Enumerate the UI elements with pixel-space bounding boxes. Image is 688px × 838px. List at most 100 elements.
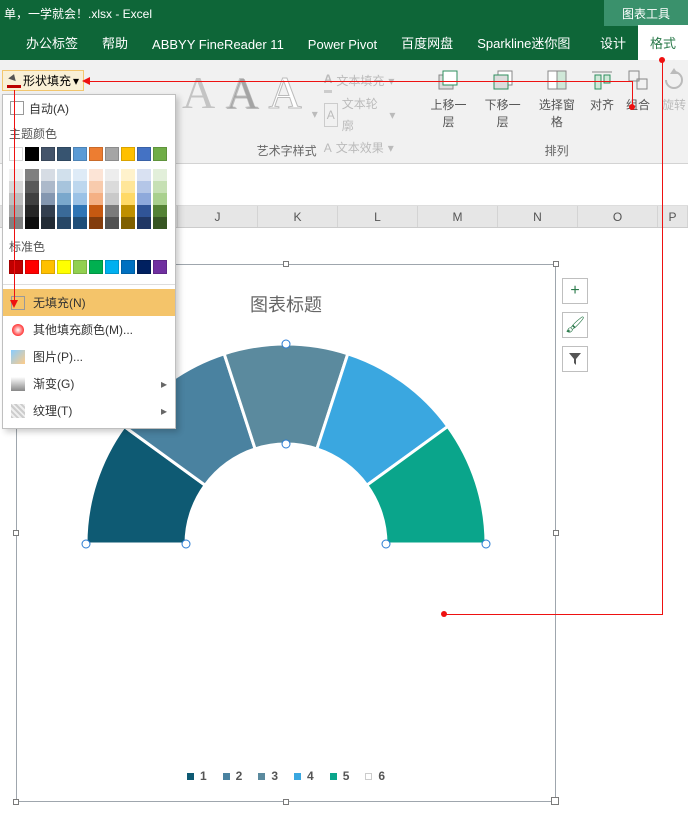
color-swatch[interactable] — [9, 217, 23, 229]
color-swatch[interactable] — [105, 260, 119, 274]
resize-handle[interactable] — [553, 530, 559, 536]
resize-handle[interactable] — [13, 799, 19, 805]
color-swatch[interactable] — [121, 205, 135, 217]
picture-fill-item[interactable]: 图片(P)... — [3, 343, 175, 370]
col-L[interactable]: L — [338, 206, 418, 227]
color-swatch[interactable] — [73, 217, 87, 229]
color-swatch[interactable] — [9, 181, 23, 193]
color-swatch[interactable] — [73, 181, 87, 193]
bring-forward-button[interactable]: 上移一层 — [425, 66, 471, 130]
color-swatch[interactable] — [89, 169, 103, 181]
color-swatch[interactable] — [57, 147, 71, 161]
color-swatch[interactable] — [41, 260, 55, 274]
color-swatch[interactable] — [89, 147, 103, 161]
col-O[interactable]: O — [578, 206, 658, 227]
color-swatch[interactable] — [25, 181, 39, 193]
color-swatch[interactable] — [121, 147, 135, 161]
color-swatch[interactable] — [153, 193, 167, 205]
color-swatch[interactable] — [73, 193, 87, 205]
col-K[interactable]: K — [258, 206, 338, 227]
color-swatch[interactable] — [9, 169, 23, 181]
color-swatch[interactable] — [9, 260, 23, 274]
color-swatch[interactable] — [25, 217, 39, 229]
color-swatch[interactable] — [25, 205, 39, 217]
chart-filter-button[interactable] — [562, 346, 588, 372]
color-swatch[interactable] — [105, 147, 119, 161]
tab-abbyy[interactable]: ABBYY FineReader 11 — [140, 29, 296, 60]
selection-pane-button[interactable]: 选择窗格 — [534, 66, 580, 130]
color-swatch[interactable] — [153, 181, 167, 193]
color-swatch[interactable] — [41, 193, 55, 205]
no-fill-item[interactable]: 无填充(N) — [3, 289, 175, 316]
color-swatch[interactable] — [121, 169, 135, 181]
color-swatch[interactable] — [121, 193, 135, 205]
wordart-preset-1[interactable]: A — [178, 64, 219, 116]
color-swatch[interactable] — [105, 181, 119, 193]
color-swatch[interactable] — [153, 260, 167, 274]
color-swatch[interactable] — [25, 169, 39, 181]
tab-powerpivot[interactable]: Power Pivot — [296, 29, 389, 60]
color-swatch[interactable] — [57, 217, 71, 229]
color-swatch[interactable] — [137, 260, 151, 274]
color-swatch[interactable] — [41, 205, 55, 217]
color-swatch[interactable] — [25, 193, 39, 205]
color-swatch[interactable] — [105, 205, 119, 217]
resize-handle[interactable] — [283, 799, 289, 805]
resize-handle[interactable] — [553, 261, 559, 267]
color-swatch[interactable] — [73, 205, 87, 217]
send-backward-button[interactable]: 下移一层 — [480, 66, 526, 130]
resize-handle[interactable] — [283, 261, 289, 267]
color-swatch[interactable] — [89, 217, 103, 229]
more-colors-item[interactable]: 其他填充颜色(M)... — [3, 316, 175, 343]
chart-elements-button[interactable]: + — [562, 278, 588, 304]
color-swatch[interactable] — [73, 260, 87, 274]
color-swatch[interactable] — [57, 193, 71, 205]
color-swatch[interactable] — [153, 217, 167, 229]
color-swatch[interactable] — [105, 217, 119, 229]
tab-sparkline[interactable]: Sparkline迷你图 — [465, 25, 582, 60]
color-swatch[interactable] — [121, 181, 135, 193]
col-M[interactable]: M — [418, 206, 498, 227]
wordart-gallery-expand[interactable]: ▾ — [312, 107, 318, 121]
color-swatch[interactable] — [137, 147, 151, 161]
tab-office[interactable]: 办公标签 — [14, 25, 90, 60]
tab-design[interactable]: 设计 — [588, 25, 638, 60]
color-swatch[interactable] — [137, 217, 151, 229]
color-swatch[interactable] — [9, 193, 23, 205]
color-swatch[interactable] — [57, 169, 71, 181]
color-swatch[interactable] — [153, 205, 167, 217]
color-swatch[interactable] — [89, 260, 103, 274]
color-swatch[interactable] — [153, 169, 167, 181]
color-swatch[interactable] — [153, 147, 167, 161]
color-swatch[interactable] — [57, 205, 71, 217]
color-swatch[interactable] — [57, 181, 71, 193]
tab-format[interactable]: 格式 — [638, 25, 688, 60]
color-swatch[interactable] — [41, 169, 55, 181]
text-outline-button[interactable]: A文本轮廓 ▾ — [324, 93, 396, 137]
color-swatch[interactable] — [137, 181, 151, 193]
color-swatch[interactable] — [9, 147, 23, 161]
color-swatch[interactable] — [137, 205, 151, 217]
color-swatch[interactable] — [89, 205, 103, 217]
tab-baidu[interactable]: 百度网盘 — [389, 25, 465, 60]
color-swatch[interactable] — [121, 260, 135, 274]
color-swatch[interactable] — [25, 260, 39, 274]
fill-auto[interactable]: 自动(A) — [3, 95, 175, 122]
chart-styles-button[interactable]: 🖌 — [562, 312, 588, 338]
color-swatch[interactable] — [73, 147, 87, 161]
shape-fill-dropdown-trigger[interactable]: 形状填充 ▾ — [2, 70, 84, 91]
tab-help[interactable]: 帮助 — [90, 25, 140, 60]
color-swatch[interactable] — [41, 147, 55, 161]
gradient-fill-item[interactable]: 渐变(G) ▸ — [3, 370, 175, 397]
texture-fill-item[interactable]: 纹理(T) ▸ — [3, 397, 175, 424]
color-swatch[interactable] — [89, 181, 103, 193]
color-swatch[interactable] — [89, 193, 103, 205]
color-swatch[interactable] — [41, 217, 55, 229]
color-swatch[interactable] — [137, 169, 151, 181]
color-swatch[interactable] — [121, 217, 135, 229]
color-swatch[interactable] — [137, 193, 151, 205]
align-button[interactable]: 对齐 — [588, 66, 616, 113]
color-swatch[interactable] — [41, 181, 55, 193]
resize-handle[interactable] — [13, 530, 19, 536]
wordart-preset-2[interactable]: A — [221, 64, 262, 116]
